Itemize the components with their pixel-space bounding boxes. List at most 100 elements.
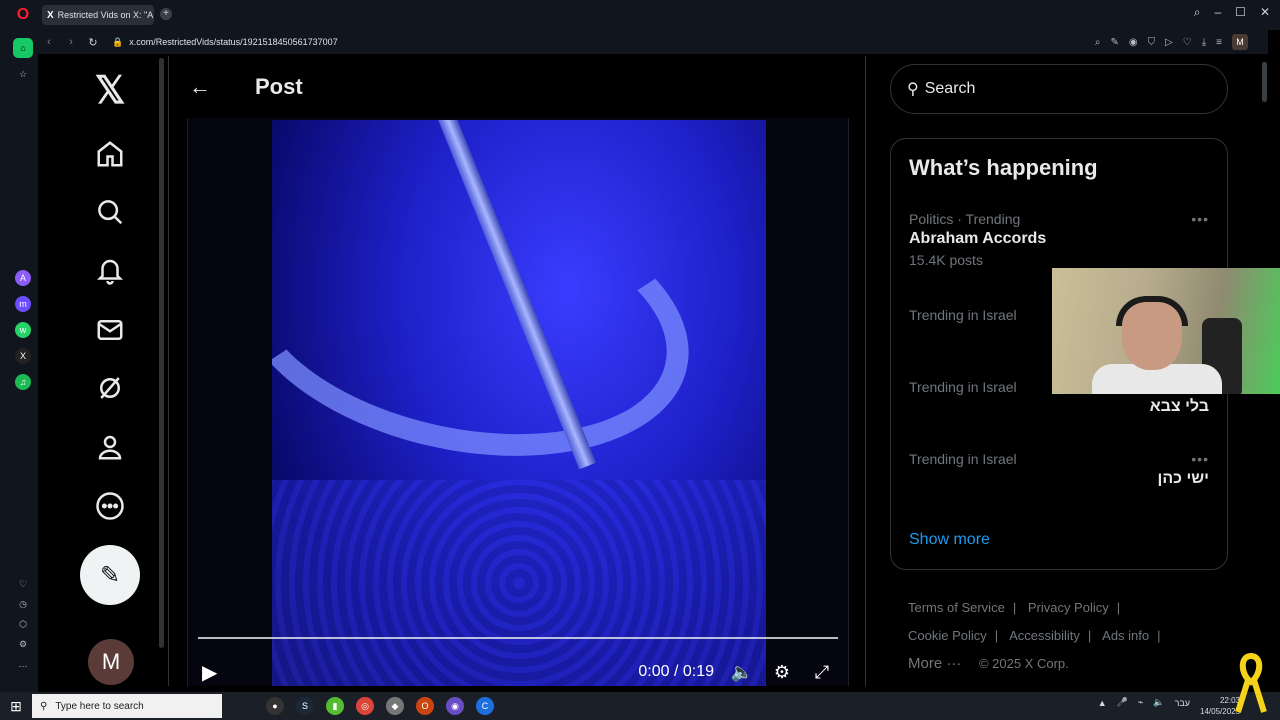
video-progress-bar[interactable]: [198, 637, 838, 639]
taskbar-search[interactable]: ⚲ Type here to search: [32, 694, 222, 718]
notifications-icon[interactable]: [90, 251, 130, 291]
trend-name: בלי צבא: [1149, 398, 1209, 415]
reload-icon[interactable]: ↻: [82, 36, 104, 49]
fullscreen-icon[interactable]: ⤢: [810, 662, 834, 683]
cookie-link[interactable]: Cookie Policy: [908, 628, 987, 643]
new-tab-button[interactable]: +: [160, 8, 172, 20]
home-icon[interactable]: [90, 134, 130, 174]
language-indicator[interactable]: עבר: [1175, 698, 1190, 708]
window-controls: ⌕ – ☐ ✕: [1194, 5, 1270, 20]
avatar[interactable]: M: [88, 639, 134, 685]
compose-post-button[interactable]: ✎: [80, 545, 140, 605]
browser-tab[interactable]: X Restricted Vids on X: "A fa: [42, 5, 154, 25]
messages-icon[interactable]: [90, 310, 130, 350]
privacy-link[interactable]: Privacy Policy: [1028, 600, 1109, 615]
terms-link[interactable]: Terms of Service: [908, 600, 1005, 615]
trend-meta: Politics · Trending: [909, 211, 1021, 227]
microphone-icon[interactable]: 🎤: [1117, 697, 1128, 708]
menu-icon[interactable]: ≡: [1216, 37, 1222, 48]
search-input[interactable]: [924, 80, 1185, 98]
tray-up-icon[interactable]: ▲: [1098, 698, 1107, 708]
windows-start-icon[interactable]: ⊞: [0, 698, 32, 715]
profile-icon[interactable]: [90, 427, 130, 467]
download-icon[interactable]: ⤓: [1202, 37, 1206, 48]
maximize-icon[interactable]: ☐: [1235, 5, 1246, 20]
search-box[interactable]: ⚲: [890, 64, 1228, 114]
footer-links: Terms of Service | Privacy Policy | Cookie…: [908, 600, 1161, 672]
close-icon[interactable]: ✕: [1260, 5, 1270, 20]
video-frame[interactable]: [272, 120, 766, 686]
history-icon[interactable]: ◷: [15, 596, 31, 612]
address-bar: ‹ › ↻ 🔒 x.com/RestrictedVids/status/19215…: [38, 30, 1268, 54]
spotify-icon[interactable]: ♫: [15, 374, 31, 390]
trend-name: Abraham Accords: [909, 230, 1047, 247]
grok-icon[interactable]: [90, 368, 130, 408]
sidebar-more-icon[interactable]: ⋯: [15, 658, 31, 674]
trend-item[interactable]: Politics · Trending Abraham Accords 15.4…: [909, 211, 1209, 268]
edit-icon[interactable]: ✎: [1110, 37, 1118, 48]
more-icon[interactable]: [90, 486, 130, 526]
profile-chip[interactable]: M: [1232, 34, 1248, 50]
app-icon[interactable]: C: [476, 697, 494, 715]
settings-gear-icon[interactable]: ⚙: [15, 636, 31, 652]
explore-icon[interactable]: [90, 192, 130, 232]
post-timeline: ← Post ▶ 0:00 / 0:19 🔈 ⚙ ⤢: [168, 56, 866, 686]
url-field[interactable]: 🔒 x.com/RestrictedVids/status/19215184505…: [112, 37, 338, 48]
search-icon: ⚲: [40, 700, 48, 712]
forward-nav-icon[interactable]: ›: [60, 36, 82, 48]
accessibility-link[interactable]: Accessibility: [1009, 628, 1080, 643]
obs-icon[interactable]: ●: [266, 697, 284, 715]
extensions-cube-icon[interactable]: ⬡: [15, 616, 31, 632]
shield-icon[interactable]: ⛉: [1148, 37, 1156, 48]
back-nav-icon[interactable]: ‹: [38, 36, 60, 48]
settings-gear-icon[interactable]: ⚙: [770, 662, 794, 683]
home-speed-dial-icon[interactable]: ⌂: [13, 38, 33, 58]
post-header: ← Post: [169, 56, 867, 118]
ads-info-link[interactable]: Ads info: [1102, 628, 1149, 643]
video-player[interactable]: ▶ 0:00 / 0:19 🔈 ⚙ ⤢: [187, 118, 849, 686]
trend-meta: Trending in Israel: [909, 451, 1017, 467]
aria-icon[interactable]: A: [15, 270, 31, 286]
page-scrollbar[interactable]: [1262, 62, 1267, 102]
x-logo-icon[interactable]: 𝕏: [90, 70, 130, 112]
taskbar-apps: ● S ▮ ◎ ◆ O ◉ C: [266, 697, 494, 715]
volume-icon[interactable]: 🔈: [730, 662, 754, 683]
lock-icon: 🔒: [112, 36, 124, 47]
browser-tab-bar: O X Restricted Vids on X: "A fa + ⌕ – ☐ …: [0, 0, 1280, 30]
minimize-icon[interactable]: –: [1214, 5, 1221, 20]
heart-icon[interactable]: ♡: [1183, 37, 1192, 48]
camera-icon[interactable]: ◉: [1129, 37, 1138, 48]
feather-plus-icon: ✎: [99, 561, 121, 589]
steam-icon[interactable]: S: [296, 697, 314, 715]
address-bar-tools: ⌕ ✎ ◉ ⛉ ▷ ♡ ⤓ ≡ M: [1095, 34, 1248, 50]
favorites-heart-icon[interactable]: ♡: [15, 576, 31, 592]
app-icon[interactable]: ◉: [446, 697, 464, 715]
page-title: Post: [255, 74, 303, 99]
whatsapp-icon[interactable]: w: [15, 322, 31, 338]
search-tabs-icon[interactable]: ⌕: [1194, 5, 1201, 20]
app-icon[interactable]: ◆: [386, 697, 404, 715]
play-icon[interactable]: ▷: [1165, 37, 1173, 48]
play-icon[interactable]: ▶: [202, 660, 217, 685]
x-favicon-icon: X: [47, 9, 54, 21]
back-arrow-icon[interactable]: ←: [189, 74, 211, 100]
opera-logo-icon[interactable]: O: [14, 6, 32, 24]
messenger-icon[interactable]: m: [15, 296, 31, 312]
trend-more-icon[interactable]: •••: [1191, 451, 1209, 467]
opera-sidebar: ⌂ ☆ A m w X ♫ ♡ ◷ ⬡ ⚙ ⋯: [0, 30, 38, 692]
chrome-icon[interactable]: ◎: [356, 697, 374, 715]
trend-more-icon[interactable]: •••: [1191, 211, 1209, 227]
zoom-icon[interactable]: ⌕: [1095, 37, 1101, 48]
trend-item[interactable]: Trending in Israel ישי כהן •••: [909, 451, 1209, 488]
speaker-icon[interactable]: 🔈: [1153, 697, 1164, 708]
show-more-link[interactable]: Show more: [909, 531, 990, 549]
bookmark-icon[interactable]: ☆: [15, 66, 31, 82]
footer-more-link[interactable]: More ···: [908, 655, 961, 672]
opera-taskbar-icon[interactable]: O: [416, 697, 434, 715]
network-icon[interactable]: ⌁: [1138, 697, 1143, 708]
webcam-overlay: [1052, 268, 1280, 394]
app-icon[interactable]: ▮: [326, 697, 344, 715]
x-left-nav: 𝕏 ✎ M: [38, 56, 158, 686]
x-sidebar-icon[interactable]: X: [15, 348, 31, 364]
nav-scrollbar[interactable]: [159, 58, 164, 648]
